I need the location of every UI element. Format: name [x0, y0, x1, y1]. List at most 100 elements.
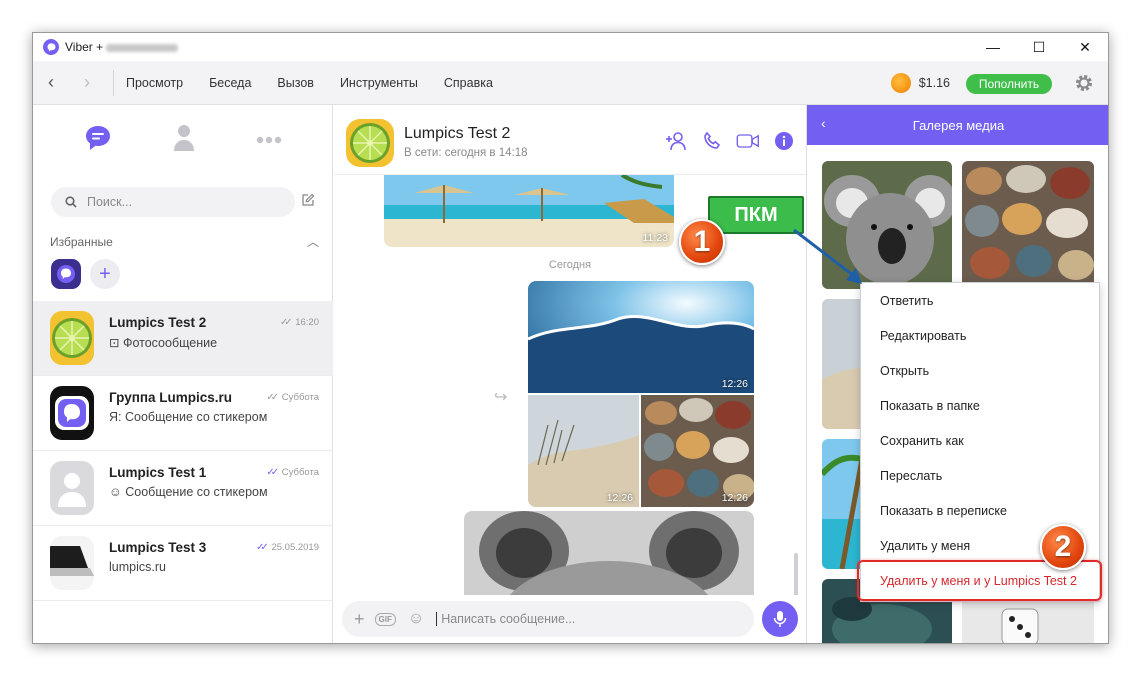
chat-preview: ☺ Сообщение со стикером: [109, 485, 268, 499]
default-user-avatar: [50, 461, 94, 515]
add-participant-icon[interactable]: [664, 129, 688, 153]
conversation-header: Lumpics Test 2 В сети: сегодня в 14:18: [334, 105, 806, 175]
search-input[interactable]: Поиск...: [51, 187, 295, 217]
topup-button[interactable]: Пополнить: [966, 74, 1052, 94]
chat-item-lumpics-test-2[interactable]: Lumpics Test 2 ⊡ Фотосообщение ✓✓ 16:20: [33, 301, 333, 376]
menu-call[interactable]: Вызов: [277, 76, 314, 90]
chat-preview: ⊡ Фотосообщение: [109, 336, 218, 350]
orange-credit-icon: [890, 73, 911, 93]
menu-item-show-in-chat[interactable]: Показать в переписке: [861, 493, 1099, 528]
minimize-button[interactable]: —: [970, 33, 1016, 61]
forward-icon[interactable]: ↪: [494, 387, 507, 407]
more-tab-icon[interactable]: [256, 131, 282, 149]
menu-item-edit[interactable]: Редактировать: [861, 318, 1099, 353]
close-button[interactable]: ✕: [1062, 33, 1108, 61]
message-input[interactable]: Написать сообщение...: [436, 612, 575, 626]
gear-icon[interactable]: [1072, 71, 1096, 95]
photo-message-icon: ⊡: [109, 336, 123, 350]
compose-icon[interactable]: [301, 193, 315, 212]
favorite-viber-avatar[interactable]: [51, 259, 81, 289]
chat-time: ✓✓ 25.05.2019: [256, 542, 319, 553]
video-call-icon[interactable]: [736, 129, 760, 153]
chevron-up-icon[interactable]: ︿: [307, 233, 319, 250]
sticker-icon: ☺: [109, 485, 126, 499]
gallery-header: ‹ Галерея медиа: [807, 105, 1108, 145]
menu-item-forward[interactable]: Переслать: [861, 458, 1099, 493]
chat-item-lumpics-test-3[interactable]: Lumpics Test 3 lumpics.ru ✓✓ 25.05.2019: [33, 526, 333, 601]
menu-tools[interactable]: Инструменты: [340, 76, 418, 90]
message-time: 12:26: [606, 492, 633, 504]
menu-conversation[interactable]: Беседа: [209, 76, 251, 90]
conversation-status: В сети: сегодня в 14:18: [404, 147, 528, 159]
message-composer[interactable]: + GIF ☺ Написать сообщение...: [342, 601, 754, 637]
balance-amount: $1.16: [918, 76, 950, 90]
chat-time: ✓✓ Суббота: [266, 392, 319, 403]
gallery-title: Галерея медиа: [912, 118, 1005, 133]
delivered-ticks-icon: ✓✓: [279, 317, 293, 328]
menu-item-open[interactable]: Открыть: [861, 353, 1099, 388]
message-time: 12:26: [721, 492, 748, 504]
call-icon[interactable]: [700, 129, 724, 153]
koala-photo-message[interactable]: [464, 511, 754, 595]
read-ticks-icon: ✓✓: [256, 542, 269, 553]
viber-logo-icon: [43, 39, 59, 55]
forward-arrow-icon[interactable]: ›: [69, 61, 105, 105]
beach-photo-message[interactable]: 11:23: [384, 175, 674, 247]
phone-number-redacted: [106, 43, 179, 52]
menu-divider: [113, 69, 114, 96]
title-bar: Viber + — ☐ ✕: [33, 33, 1108, 61]
menu-view[interactable]: Просмотр: [126, 76, 183, 90]
info-icon[interactable]: [772, 129, 796, 153]
sidebar: Поиск... Избранные ︿ + Lumpics Test 2 ⊡ …: [33, 105, 333, 643]
laptop-avatar: [50, 536, 94, 590]
chat-time: ✓✓ 16:20: [279, 317, 319, 328]
viber-out-balance[interactable]: $1.16: [890, 73, 950, 93]
chat-name: Lumpics Test 3: [109, 540, 207, 555]
callout-arrow: [793, 228, 862, 284]
conversation-pane: Lumpics Test 2 В сети: сегодня в 14:18 1…: [334, 105, 806, 643]
chat-name: Lumpics Test 2: [109, 315, 207, 330]
chat-list: Lumpics Test 2 ⊡ Фотосообщение ✓✓ 16:20 …: [33, 301, 333, 601]
dune-photo-message[interactable]: 12:26: [528, 395, 639, 507]
sky-photo-message[interactable]: 12:26: [528, 281, 754, 393]
chat-time: ✓✓ Суббота: [266, 467, 319, 478]
contacts-tab-icon[interactable]: [172, 123, 196, 158]
gif-icon[interactable]: GIF: [374, 612, 396, 626]
chat-item-group-lumpics[interactable]: Группа Lumpics.ru Я: Сообщение со стикер…: [33, 376, 333, 451]
scrollbar[interactable]: [794, 553, 798, 595]
conversation-title: Lumpics Test 2: [404, 125, 511, 142]
chat-preview: Я: Сообщение со стикером: [109, 410, 268, 424]
menu-help[interactable]: Справка: [444, 76, 493, 90]
message-list: 11:23 Сегодня 12:26 12:26 12:26 ↪: [334, 175, 806, 595]
step-1-badge: 1: [679, 219, 725, 265]
maximize-button[interactable]: ☐: [1016, 33, 1062, 61]
delivered-ticks-icon: ✓✓: [266, 392, 279, 403]
favorites-label: Избранные: [50, 235, 113, 249]
chat-item-lumpics-test-1[interactable]: Lumpics Test 1 ☺ Сообщение со стикером ✓…: [33, 451, 333, 526]
search-placeholder: Поиск...: [87, 195, 133, 209]
chat-name: Lumpics Test 1: [109, 465, 207, 480]
lime-avatar[interactable]: [346, 119, 394, 167]
microphone-icon[interactable]: [762, 601, 798, 637]
search-icon: [65, 196, 77, 208]
chat-name: Группа Lumpics.ru: [109, 390, 233, 405]
read-ticks-icon: ✓✓: [266, 467, 279, 478]
chat-preview: lumpics.ru: [109, 560, 166, 574]
add-favorite-button[interactable]: +: [90, 259, 120, 289]
chats-tab-icon[interactable]: [83, 123, 113, 158]
gallery-thumb-pebbles[interactable]: [962, 161, 1094, 289]
sticker-icon[interactable]: ☺: [408, 610, 424, 628]
menu-item-save-as[interactable]: Сохранить как: [861, 423, 1099, 458]
lime-avatar: [50, 311, 94, 365]
pebbles-photo-message[interactable]: 12:26: [641, 395, 754, 507]
menu-item-show-in-folder[interactable]: Показать в папке: [861, 388, 1099, 423]
group-viber-avatar: [50, 386, 94, 440]
message-time: 12:26: [721, 378, 748, 390]
back-arrow-icon[interactable]: ‹: [33, 61, 69, 105]
step-2-badge: 2: [1040, 524, 1086, 570]
menu-bar: ‹ › Просмотр Беседа Вызов Инструменты Сп…: [33, 61, 1108, 105]
menu-item-reply[interactable]: Ответить: [861, 283, 1099, 318]
message-time: 11:23: [642, 232, 669, 244]
date-separator: Сегодня: [548, 259, 592, 271]
plus-icon[interactable]: +: [354, 609, 365, 630]
